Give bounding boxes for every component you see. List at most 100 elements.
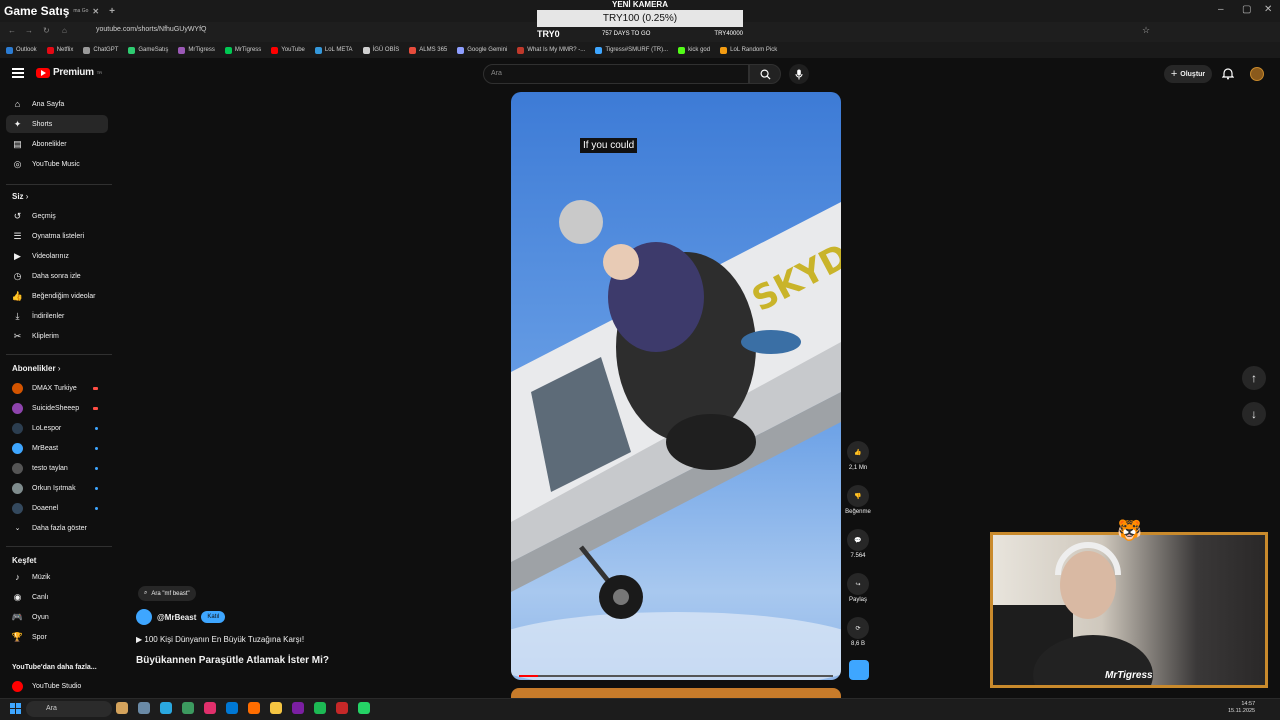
search-button[interactable]: [749, 64, 781, 84]
home-browser-icon[interactable]: ⌂: [62, 26, 67, 35]
sidebar-item-suicidesheeep[interactable]: SuicideSheeep: [6, 399, 108, 417]
sidebar-item-shorts[interactable]: ✦ Shorts: [6, 115, 108, 133]
telegram-icon[interactable]: [160, 702, 172, 714]
windows-start-icon[interactable]: [10, 703, 21, 714]
comments-action[interactable]: 💬 7.564: [844, 529, 872, 559]
remix-action[interactable]: ⟳ 8,6 B: [844, 617, 872, 647]
tab-close-icon[interactable]: ✕: [92, 7, 99, 16]
next-short-button[interactable]: ↓: [1242, 402, 1266, 426]
outlook-icon[interactable]: [226, 702, 238, 714]
sidebar-item-lolespor[interactable]: LoLespor: [6, 419, 108, 437]
share-icon[interactable]: ↪: [847, 573, 869, 595]
sidebar-item-daha-sonra-izle[interactable]: ◷ Daha sonra izle: [6, 267, 108, 285]
like-action[interactable]: 👍 2,1 Mn: [844, 441, 872, 471]
search-input[interactable]: Ara: [483, 64, 749, 84]
url-field[interactable]: youtube.com/shorts/NfhuGUyWYfQ: [96, 26, 206, 33]
system-clock[interactable]: 14:57 15.11.2025: [1228, 701, 1255, 715]
live-icon: ◉: [13, 591, 22, 602]
back-icon[interactable]: ←: [8, 26, 16, 35]
sidebar-item-orkun-i-tmak[interactable]: Orkun Işıtmak: [6, 479, 108, 497]
sidebar-item-doaenel[interactable]: Doaenel: [6, 499, 108, 517]
bookmark-item[interactable]: Netflix: [46, 46, 73, 54]
sidebar-item-i-ndirilenler[interactable]: ⤓ İndirilenler: [6, 307, 108, 325]
obs-icon[interactable]: [292, 702, 304, 714]
bookmark-item[interactable]: Outlook: [6, 46, 37, 54]
whatsapp-icon[interactable]: [358, 702, 370, 714]
new-tab-icon[interactable]: +: [109, 6, 115, 17]
spotify-icon[interactable]: [314, 702, 326, 714]
sidebar-item-canl-[interactable]: ◉ Canlı: [6, 588, 108, 606]
video-progress-track[interactable]: [519, 675, 833, 677]
bookmark-item[interactable]: Tigress#SMURF (TR)...: [595, 46, 668, 54]
like-icon[interactable]: 👍: [847, 441, 869, 463]
remix-icon[interactable]: ⟳: [847, 617, 869, 639]
bookmark-item[interactable]: kick god: [678, 46, 710, 54]
account-avatar[interactable]: [1250, 67, 1264, 81]
hamburger-menu-icon[interactable]: [12, 68, 24, 78]
join-button[interactable]: Katıl: [201, 611, 226, 623]
browser-tab[interactable]: Game Satış ma Go ✕ +: [0, 2, 140, 20]
sidebar-item-dmax-turkiye[interactable]: DMAX Turkiye: [6, 379, 108, 397]
taskbar-search[interactable]: Ara: [26, 701, 112, 717]
maximize-icon[interactable]: ▢: [1242, 4, 1251, 15]
chrome-icon[interactable]: [248, 702, 260, 714]
bookmark-item[interactable]: MrTigress: [178, 46, 215, 54]
bookmark-item[interactable]: LoL META: [314, 46, 353, 54]
youtube-premium-logo[interactable]: Premium TR: [36, 67, 102, 78]
dislike-action[interactable]: 👎 Beğenme: [844, 485, 872, 515]
sidebar-item-youtube-music[interactable]: ◎ YouTube Music: [6, 155, 108, 173]
app-icon[interactable]: [336, 702, 348, 714]
sidebar-item-videolar-n-z[interactable]: ▶ Videolarınız: [6, 247, 108, 265]
bookmark-item[interactable]: LoL Random Pick: [720, 46, 777, 54]
close-window-icon[interactable]: ✕: [1264, 4, 1272, 15]
sidebar-item-ana-sayfa[interactable]: ⌂ Ana Sayfa: [6, 95, 108, 113]
widgets-icon[interactable]: [116, 702, 128, 714]
sidebar-item-mrbeast[interactable]: MrBeast: [6, 439, 108, 457]
sidebar-item-abonelikler[interactable]: ▤ Abonelikler: [6, 135, 108, 153]
bookmark-item[interactable]: What Is My MMR? -...: [517, 46, 585, 54]
short-video-player[interactable]: SKYD: [511, 92, 841, 680]
bookmark-item[interactable]: YouTube: [271, 46, 305, 54]
instagram-icon[interactable]: [204, 702, 216, 714]
comment-icon[interactable]: 💬: [847, 529, 869, 551]
show-more-button[interactable]: ⌄ Daha fazla göster: [6, 519, 108, 537]
you-section-header[interactable]: Siz ›: [12, 192, 28, 201]
sidebar-item-kliplerim[interactable]: ✂ Kliplerim: [6, 327, 108, 345]
bookmark-item[interactable]: MrTigress: [224, 46, 261, 54]
sidebar-item-m-zik[interactable]: ♪ Müzik: [6, 568, 108, 586]
bookmark-item[interactable]: GameSatış: [128, 46, 168, 54]
sidebar-item-spor[interactable]: 🏆 Spor: [6, 628, 108, 646]
subscriptions-section-header[interactable]: Abonelikler ›: [12, 364, 60, 373]
sidebar-item-oynatma-listeleri[interactable]: ☰ Oynatma listeleri: [6, 227, 108, 245]
spreadsheet-icon[interactable]: [182, 702, 194, 714]
sidebar-item-be-endi-im-videolar[interactable]: 👍 Beğendiğim videolar: [6, 287, 108, 305]
bookmark-item[interactable]: ChatGPT: [83, 46, 118, 54]
share-action[interactable]: ↪ Paylaş: [844, 573, 872, 603]
related-video-link[interactable]: ▶ 100 Kişi Dünyanın En Büyük Tuzağına Ka…: [136, 635, 304, 644]
folder-icon[interactable]: [270, 702, 282, 714]
minimize-icon[interactable]: –: [1218, 4, 1224, 15]
dislike-icon[interactable]: 👎: [847, 485, 869, 507]
bookmark-item[interactable]: Google Gemini: [457, 46, 507, 54]
previous-short-button[interactable]: ↑: [1242, 366, 1266, 390]
next-short-preview[interactable]: [511, 688, 841, 698]
sidebar-item-youtube-studio[interactable]: YouTube Studio: [6, 677, 108, 695]
create-button[interactable]: + Oluştur: [1164, 65, 1212, 83]
sound-thumbnail[interactable]: [849, 660, 869, 680]
bookmark-item[interactable]: ALMS 365: [409, 46, 447, 54]
voice-search-button[interactable]: [789, 64, 809, 84]
channel-avatar: [12, 482, 23, 494]
reload-icon[interactable]: ↻: [43, 26, 50, 35]
channel-name[interactable]: @MrBeast: [157, 613, 196, 622]
calculator-icon[interactable]: [138, 702, 150, 714]
bookmark-star-icon[interactable]: ☆: [1142, 25, 1150, 36]
sidebar-item-oyun[interactable]: 🎮 Oyun: [6, 608, 108, 626]
sidebar-item-ge-mi-[interactable]: ↺ Geçmiş: [6, 207, 108, 225]
search-suggestion-chip[interactable]: ⌕ Ara "mf beast": [138, 586, 196, 601]
bookmark-item[interactable]: İGÜ OBİS: [362, 46, 399, 54]
forward-icon[interactable]: →: [25, 26, 33, 35]
channel-avatar[interactable]: [136, 609, 152, 625]
video-caption: If you could: [580, 138, 638, 153]
sidebar-item-testo-taylan[interactable]: testo taylan: [6, 459, 108, 477]
notifications-button[interactable]: [1221, 67, 1235, 85]
